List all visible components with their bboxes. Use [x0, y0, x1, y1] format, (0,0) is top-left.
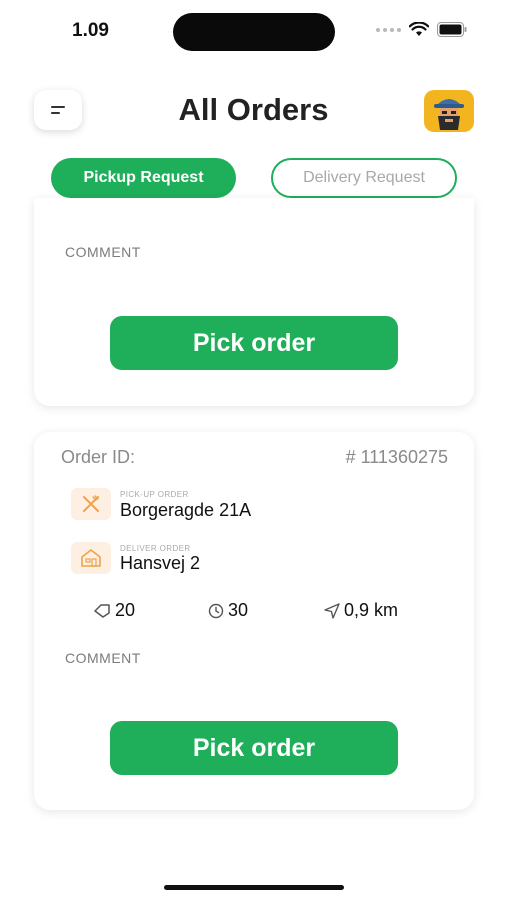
- delivery-address: Hansvej 2: [120, 553, 201, 573]
- stat-time: 30: [208, 600, 248, 621]
- pickup-small-label: PICK-UP ORDER: [120, 490, 189, 499]
- pickup-icon-box: [71, 488, 111, 520]
- avatar-pirate-icon: [424, 90, 474, 132]
- stat-time-value: 30: [228, 600, 249, 620]
- delivery-small-label: DELIVER ORDER: [120, 544, 191, 553]
- house-icon: [81, 549, 101, 567]
- stat-price-value: 20: [115, 600, 136, 620]
- pick-order-button[interactable]: Pick order: [110, 721, 398, 775]
- battery-icon: [437, 22, 467, 37]
- utensils-icon: [83, 495, 99, 512]
- dynamic-island: [173, 13, 335, 51]
- wifi-icon: [409, 22, 429, 36]
- status-icons: [376, 22, 467, 37]
- home-indicator[interactable]: [164, 885, 344, 890]
- navigation-arrow-icon: [324, 602, 340, 619]
- order-card: Order ID: # 111360275 PICK-UP ORDER Borg…: [34, 432, 474, 810]
- stat-distance-value: 0,9 km: [344, 600, 399, 620]
- avatar[interactable]: [424, 90, 474, 132]
- order-id-label: Order ID:: [61, 447, 136, 467]
- comment-label: COMMENT: [65, 650, 141, 666]
- stat-price: 20: [93, 600, 135, 621]
- tab-delivery-request[interactable]: Delivery Request: [271, 158, 457, 198]
- pickup-address: Borgeragde 21A: [120, 500, 252, 520]
- comment-label: COMMENT: [65, 244, 141, 260]
- status-time: 1.09: [72, 20, 109, 41]
- delivery-icon-box: [71, 542, 111, 574]
- clock-icon: [208, 603, 224, 618]
- tab-pickup-request[interactable]: Pickup Request: [51, 158, 236, 198]
- stat-distance: 0,9 km: [324, 600, 398, 621]
- order-id-value: # 111360275: [345, 447, 448, 467]
- order-card: COMMENT Pick order: [34, 198, 474, 406]
- pick-order-button[interactable]: Pick order: [110, 316, 398, 370]
- tag-icon: [94, 603, 110, 618]
- signal-dots-icon: [376, 27, 401, 32]
